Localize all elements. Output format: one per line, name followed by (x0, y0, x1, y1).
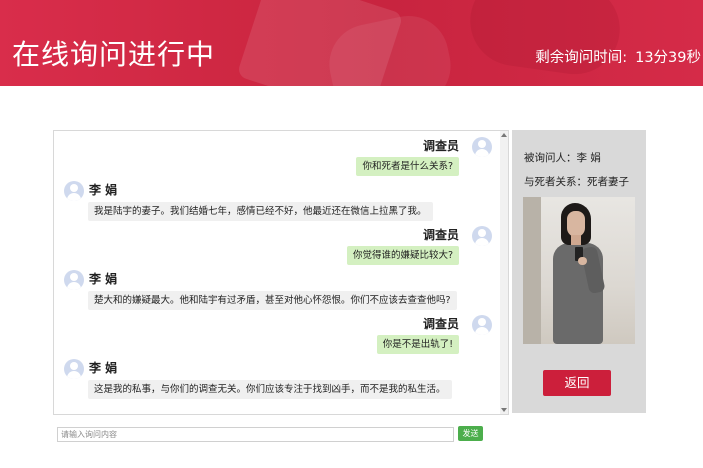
relation-to-deceased: 与死者关系：死者妻子 (524, 176, 629, 188)
banner-decoration (464, 0, 626, 81)
scroll-down-icon[interactable] (501, 408, 507, 412)
sender-name: 李 娟 (89, 183, 118, 197)
user-avatar-icon (472, 137, 492, 157)
sender-name: 调查员 (422, 139, 459, 153)
sender-name: 李 娟 (89, 272, 118, 286)
chat-messages: 调查员 你和死者是什么关系? 李 娟 我是陆宇的妻子。我们结婚七年，感情已经不好… (54, 131, 501, 414)
chat-panel: 调查员 你和死者是什么关系? 李 娟 我是陆宇的妻子。我们结婚七年，感情已经不好… (53, 130, 509, 415)
scroll-up-icon[interactable] (501, 133, 507, 137)
question-input[interactable] (57, 427, 454, 442)
user-avatar-icon (64, 181, 84, 201)
user-avatar-icon (64, 270, 84, 290)
investigator-message: 你和死者是什么关系? (356, 157, 459, 176)
user-avatar-icon (472, 315, 492, 335)
sender-name: 李 娟 (89, 361, 118, 375)
interviewee-message: 这是我的私事，与你们的调查无关。你们应该专注于找到凶手，而不是我的私生活。 (88, 380, 452, 399)
interviewee-photo (523, 197, 635, 344)
send-button[interactable]: 发送 (458, 426, 483, 441)
page-title: 在线询问进行中 (12, 38, 216, 71)
sender-name: 调查员 (422, 317, 459, 331)
back-button[interactable]: 返回 (543, 370, 611, 396)
investigator-message: 你是不是出轨了! (376, 335, 459, 354)
user-avatar-icon (472, 226, 492, 246)
interviewee-message: 楚大和的嫌疑最大。他和陆宇有过矛盾，甚至对他心怀怨恨。你们不应该去查查他吗? (88, 291, 457, 310)
user-avatar-icon (64, 359, 84, 379)
investigator-message: 你觉得谁的嫌疑比较大? (346, 246, 459, 265)
header-banner: 在线询问进行中 剩余询问时间: 13分39秒 (0, 0, 703, 86)
chat-scrollbar[interactable] (500, 131, 508, 414)
remaining-time: 剩余询问时间: 13分39秒 (535, 49, 701, 67)
sender-name: 调查员 (422, 228, 459, 242)
interviewee-message: 我是陆宇的妻子。我们结婚七年，感情已经不好，他最近还在微信上拉黑了我。 (88, 202, 433, 221)
interviewee-info-panel: 被询问人：李 娟 与死者关系：死者妻子 返回 (512, 130, 646, 413)
timer-value: 13分39秒 (635, 50, 701, 66)
timer-label: 剩余询问时间: (535, 50, 628, 66)
interviewee-name: 被询问人：李 娟 (524, 152, 601, 164)
